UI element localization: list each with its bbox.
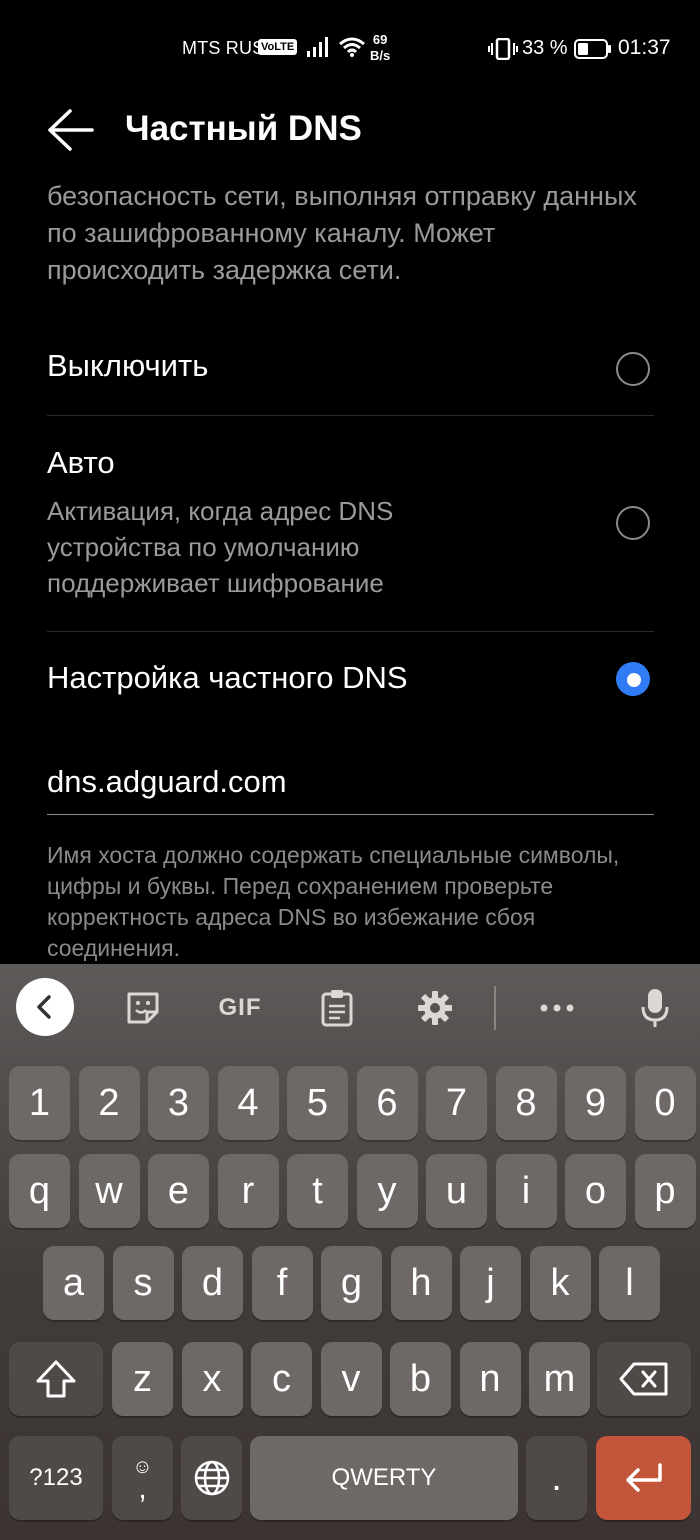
backspace-key[interactable] [597, 1342, 691, 1416]
comma-label: , [138, 1472, 147, 1505]
key-w[interactable]: w [78, 1154, 140, 1228]
key-o[interactable]: o [565, 1154, 626, 1228]
gif-button[interactable]: GIF [210, 964, 270, 1052]
clipboard-button[interactable] [312, 964, 362, 1052]
option-off-label: Выключить [47, 348, 209, 383]
status-bar: MTS RUS VoLTE 69 B/s 33 % 01:37 [0, 0, 700, 100]
key-f[interactable]: f [251, 1246, 313, 1320]
dns-hostname-input[interactable]: dns.adguard.com [47, 760, 654, 815]
battery-icon [574, 39, 611, 59]
key-n[interactable]: n [459, 1342, 521, 1416]
description-text: безопасность сети, выполняя отправку дан… [47, 181, 637, 285]
backspace-icon [619, 1362, 668, 1396]
more-button[interactable] [532, 964, 582, 1052]
period-key[interactable]: . [526, 1436, 587, 1520]
key-i[interactable]: i [495, 1154, 557, 1228]
divider [47, 631, 654, 632]
key-z[interactable]: z [112, 1342, 173, 1416]
battery-percent: 33 % [522, 37, 568, 59]
key-3[interactable]: 3 [148, 1066, 209, 1140]
option-off[interactable]: Выключить [47, 348, 654, 408]
key-1[interactable]: 1 [9, 1066, 70, 1140]
sticker-button[interactable] [118, 964, 168, 1052]
speed-value: 69 [372, 32, 388, 47]
emoji-comma-key[interactable]: ☺, [112, 1436, 173, 1520]
key-6[interactable]: 6 [356, 1066, 418, 1140]
volte-badge: VoLTE [258, 39, 298, 55]
back-arrow-icon[interactable] [44, 105, 96, 155]
key-j[interactable]: j [460, 1246, 521, 1320]
radio-auto[interactable] [616, 506, 650, 540]
speed-unit: B/s [370, 48, 391, 63]
key-7[interactable]: 7 [426, 1066, 487, 1140]
globe-icon [194, 1460, 229, 1496]
hostname-hint: Имя хоста должно содержать специальные с… [47, 842, 620, 961]
option-custom-dns-label: Настройка частного DNS [47, 660, 408, 695]
key-9[interactable]: 9 [565, 1066, 626, 1140]
option-auto[interactable]: Авто Активация, когда адрес DNS устройст… [47, 445, 654, 610]
key-p[interactable]: p [634, 1154, 696, 1228]
radio-custom-dns[interactable] [616, 662, 650, 696]
key-s[interactable]: s [112, 1246, 174, 1320]
radio-off[interactable] [616, 352, 650, 386]
wifi-icon [339, 37, 365, 57]
key-c[interactable]: c [251, 1342, 312, 1416]
key-b[interactable]: b [390, 1342, 451, 1416]
key-d[interactable]: d [182, 1246, 243, 1320]
key-x[interactable]: x [181, 1342, 243, 1416]
option-auto-description: Активация, когда адрес DNS устройства по… [47, 496, 394, 598]
gear-icon [418, 991, 452, 1025]
key-e[interactable]: e [148, 1154, 209, 1228]
more-horizontal-icon [540, 1004, 574, 1012]
key-8[interactable]: 8 [495, 1066, 557, 1140]
key-r[interactable]: r [217, 1154, 279, 1228]
voice-input-button[interactable] [630, 964, 680, 1052]
key-0[interactable]: 0 [634, 1066, 696, 1140]
key-5[interactable]: 5 [287, 1066, 348, 1140]
keyboard-toolbar: GIF [0, 964, 700, 1052]
page-title: Частный DNS [125, 109, 362, 148]
key-a[interactable]: a [43, 1246, 104, 1320]
key-q[interactable]: q [9, 1154, 70, 1228]
description-block: безопасность сети, выполняя отправку дан… [47, 178, 654, 289]
toolbar-separator [494, 986, 496, 1030]
settings-button[interactable] [410, 964, 460, 1052]
divider [47, 415, 654, 416]
sticker-icon [127, 992, 159, 1024]
option-custom-dns[interactable]: Настройка частного DNS [47, 660, 654, 710]
space-key[interactable]: QWERTY [250, 1436, 518, 1520]
app-header: Частный DNS [0, 95, 700, 165]
shift-arrow-icon [36, 1360, 76, 1398]
key-k[interactable]: k [529, 1246, 591, 1320]
clipboard-icon [321, 990, 353, 1027]
key-2[interactable]: 2 [78, 1066, 140, 1140]
vibrate-icon [488, 38, 518, 60]
symbols-key[interactable]: ?123 [9, 1436, 103, 1520]
carrier-label: MTS RUS [182, 38, 265, 58]
key-t[interactable]: t [287, 1154, 348, 1228]
key-v[interactable]: v [320, 1342, 382, 1416]
key-g[interactable]: g [321, 1246, 382, 1320]
key-h[interactable]: h [390, 1246, 452, 1320]
key-4[interactable]: 4 [217, 1066, 279, 1140]
key-u[interactable]: u [426, 1154, 487, 1228]
network-speed: 69 B/s [370, 32, 390, 64]
soft-keyboard: GIF 1 2 3 4 5 6 7 8 9 0 q w e r t y u i … [0, 964, 700, 1540]
enter-arrow-icon [625, 1463, 662, 1492]
shift-key[interactable] [9, 1342, 103, 1416]
key-m[interactable]: m [529, 1342, 590, 1416]
chevron-left-icon [37, 995, 51, 1019]
enter-key[interactable] [596, 1436, 691, 1520]
key-y[interactable]: y [356, 1154, 418, 1228]
clock: 01:37 [618, 36, 671, 59]
option-auto-label: Авто [47, 445, 115, 480]
key-l[interactable]: l [599, 1246, 660, 1320]
toolbar-collapse-button[interactable] [16, 978, 74, 1036]
signal-icon [307, 37, 328, 57]
microphone-icon [641, 989, 669, 1027]
language-key[interactable] [181, 1436, 242, 1520]
